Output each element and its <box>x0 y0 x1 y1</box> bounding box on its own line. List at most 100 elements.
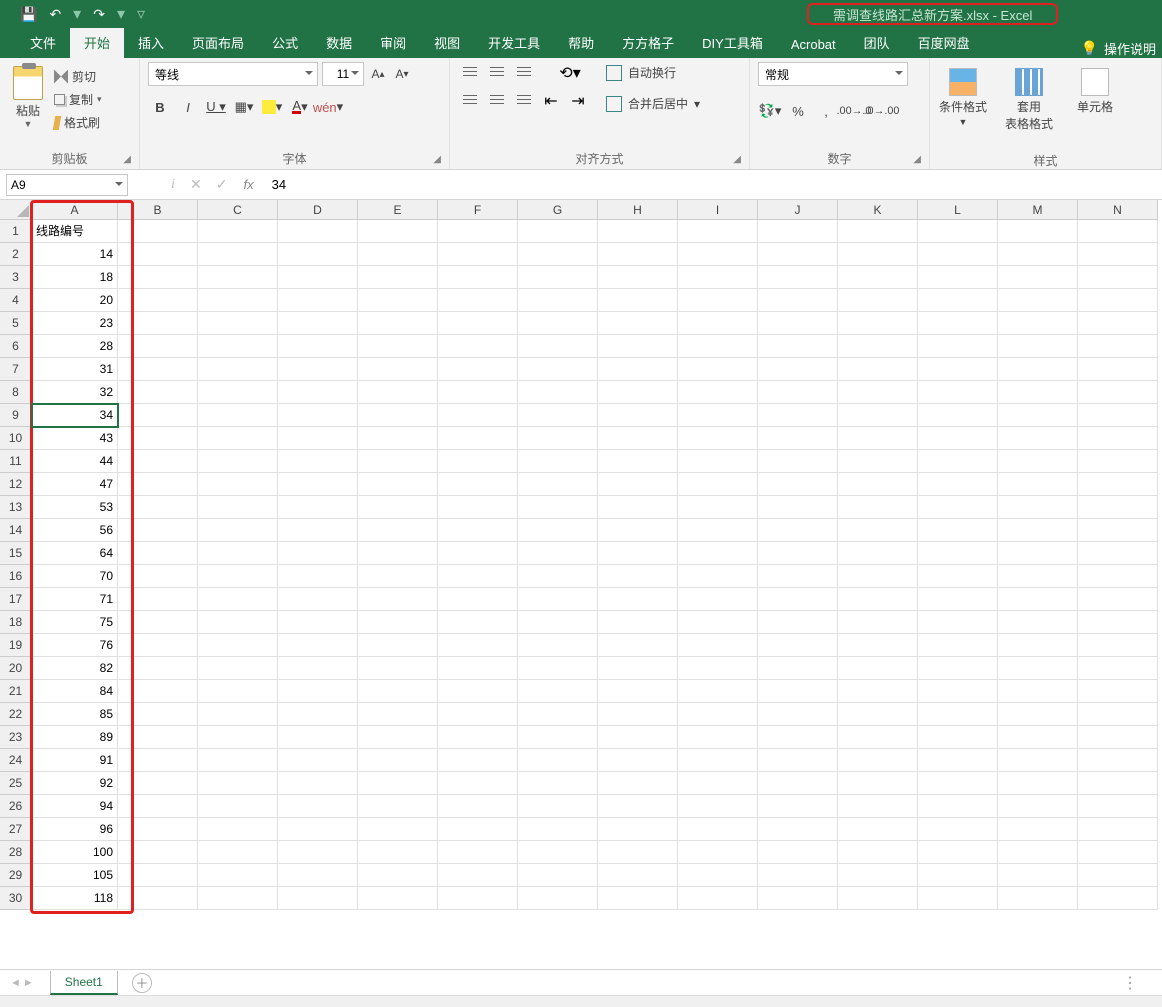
cell-C10[interactable] <box>198 427 278 450</box>
cell-L4[interactable] <box>918 289 998 312</box>
row-header-10[interactable]: 10 <box>0 427 32 450</box>
cell-I29[interactable] <box>678 864 758 887</box>
cell-F20[interactable] <box>438 657 518 680</box>
cell-A21[interactable]: 84 <box>32 680 118 703</box>
cell-I23[interactable] <box>678 726 758 749</box>
bold-button[interactable]: B <box>148 96 172 118</box>
cell-G29[interactable] <box>518 864 598 887</box>
cell-E25[interactable] <box>358 772 438 795</box>
cell-D8[interactable] <box>278 381 358 404</box>
cell-N30[interactable] <box>1078 887 1158 910</box>
cell-M17[interactable] <box>998 588 1078 611</box>
cell-J26[interactable] <box>758 795 838 818</box>
cell-N7[interactable] <box>1078 358 1158 381</box>
row-header-9[interactable]: 9 <box>0 404 32 427</box>
cell-M14[interactable] <box>998 519 1078 542</box>
cell-C19[interactable] <box>198 634 278 657</box>
row-header-28[interactable]: 28 <box>0 841 32 864</box>
cell-B22[interactable] <box>118 703 198 726</box>
cell-G11[interactable] <box>518 450 598 473</box>
cell-M8[interactable] <box>998 381 1078 404</box>
accounting-format-button[interactable]: 💱▾ <box>758 100 782 122</box>
cell-A11[interactable]: 44 <box>32 450 118 473</box>
row-header-4[interactable]: 4 <box>0 289 32 312</box>
cell-D30[interactable] <box>278 887 358 910</box>
cell-F24[interactable] <box>438 749 518 772</box>
cell-N18[interactable] <box>1078 611 1158 634</box>
cell-C11[interactable] <box>198 450 278 473</box>
cell-A19[interactable]: 76 <box>32 634 118 657</box>
cell-A18[interactable]: 75 <box>32 611 118 634</box>
row-header-8[interactable]: 8 <box>0 381 32 404</box>
cell-I5[interactable] <box>678 312 758 335</box>
cell-F11[interactable] <box>438 450 518 473</box>
cell-N8[interactable] <box>1078 381 1158 404</box>
cell-D3[interactable] <box>278 266 358 289</box>
row-header-3[interactable]: 3 <box>0 266 32 289</box>
row-header-14[interactable]: 14 <box>0 519 32 542</box>
cell-I16[interactable] <box>678 565 758 588</box>
cell-E11[interactable] <box>358 450 438 473</box>
cell-K17[interactable] <box>838 588 918 611</box>
cell-A22[interactable]: 85 <box>32 703 118 726</box>
cell-B1[interactable] <box>118 220 198 243</box>
cell-L15[interactable] <box>918 542 998 565</box>
cell-H2[interactable] <box>598 243 678 266</box>
cell-J22[interactable] <box>758 703 838 726</box>
cell-C12[interactable] <box>198 473 278 496</box>
cell-H7[interactable] <box>598 358 678 381</box>
cell-G24[interactable] <box>518 749 598 772</box>
cell-J12[interactable] <box>758 473 838 496</box>
cell-B8[interactable] <box>118 381 198 404</box>
cell-I10[interactable] <box>678 427 758 450</box>
number-format-select[interactable]: 常规 <box>758 62 908 86</box>
sheet-split-handle[interactable]: ⋮ <box>1122 973 1142 993</box>
cell-N20[interactable] <box>1078 657 1158 680</box>
cell-G25[interactable] <box>518 772 598 795</box>
cell-N27[interactable] <box>1078 818 1158 841</box>
cell-M2[interactable] <box>998 243 1078 266</box>
cell-G2[interactable] <box>518 243 598 266</box>
cell-D27[interactable] <box>278 818 358 841</box>
cell-N28[interactable] <box>1078 841 1158 864</box>
cell-D11[interactable] <box>278 450 358 473</box>
cell-J23[interactable] <box>758 726 838 749</box>
cell-F29[interactable] <box>438 864 518 887</box>
cell-H30[interactable] <box>598 887 678 910</box>
row-header-15[interactable]: 15 <box>0 542 32 565</box>
cell-I1[interactable] <box>678 220 758 243</box>
cell-D14[interactable] <box>278 519 358 542</box>
cell-N17[interactable] <box>1078 588 1158 611</box>
formula-input[interactable]: 34 <box>262 177 1162 192</box>
cell-D20[interactable] <box>278 657 358 680</box>
fill-color-button[interactable]: ▾ <box>260 96 284 118</box>
cell-B21[interactable] <box>118 680 198 703</box>
cell-E13[interactable] <box>358 496 438 519</box>
cell-I4[interactable] <box>678 289 758 312</box>
paste-button[interactable]: 粘贴 ▼ <box>8 62 48 129</box>
cell-L29[interactable] <box>918 864 998 887</box>
cell-D13[interactable] <box>278 496 358 519</box>
cell-E9[interactable] <box>358 404 438 427</box>
cell-L22[interactable] <box>918 703 998 726</box>
cell-I18[interactable] <box>678 611 758 634</box>
merge-center-button[interactable]: 合并后居中 ▾ <box>602 93 704 114</box>
cell-K14[interactable] <box>838 519 918 542</box>
cell-L21[interactable] <box>918 680 998 703</box>
cell-M4[interactable] <box>998 289 1078 312</box>
cell-D24[interactable] <box>278 749 358 772</box>
cell-G21[interactable] <box>518 680 598 703</box>
cell-F1[interactable] <box>438 220 518 243</box>
cell-K6[interactable] <box>838 335 918 358</box>
cell-F22[interactable] <box>438 703 518 726</box>
cell-M6[interactable] <box>998 335 1078 358</box>
cell-C9[interactable] <box>198 404 278 427</box>
cell-G3[interactable] <box>518 266 598 289</box>
cell-B5[interactable] <box>118 312 198 335</box>
tab-diy[interactable]: DIY工具箱 <box>688 27 777 58</box>
cell-N12[interactable] <box>1078 473 1158 496</box>
cell-D19[interactable] <box>278 634 358 657</box>
cell-M26[interactable] <box>998 795 1078 818</box>
cell-A24[interactable]: 91 <box>32 749 118 772</box>
cell-C7[interactable] <box>198 358 278 381</box>
